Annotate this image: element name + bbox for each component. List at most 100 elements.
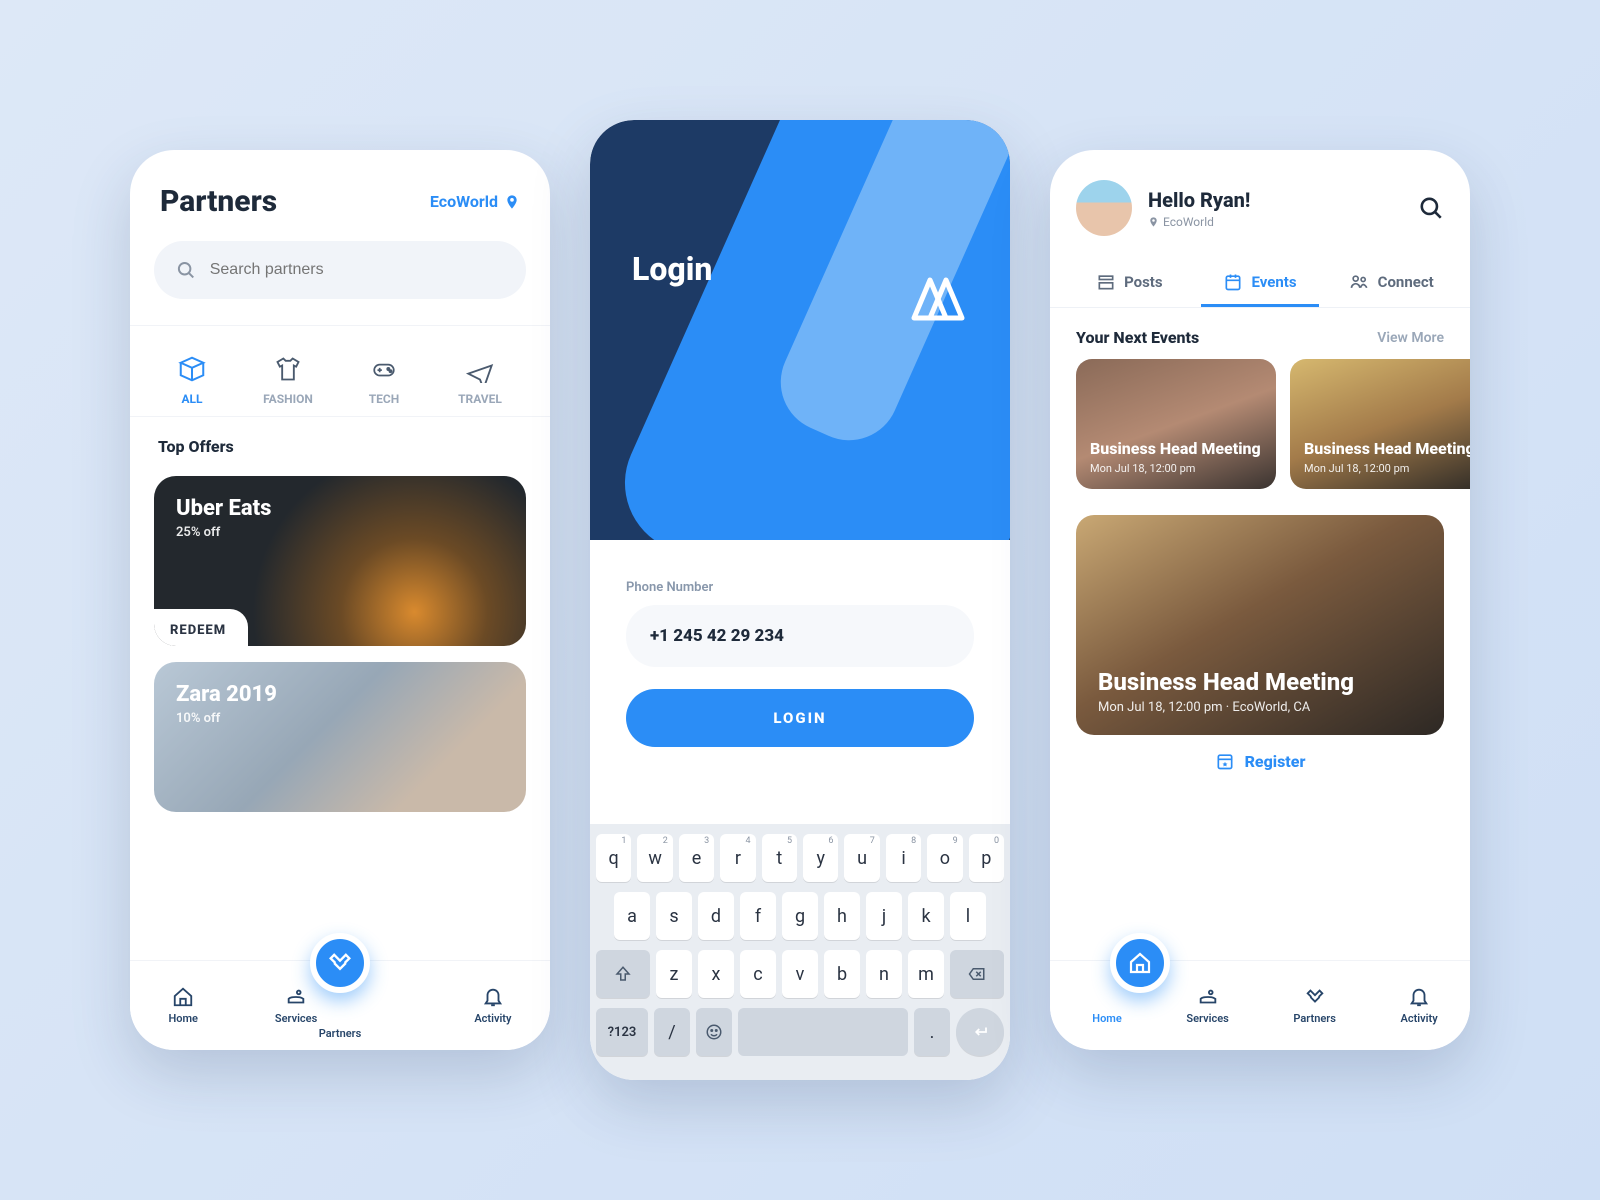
segment-posts[interactable]: Posts <box>1070 260 1189 307</box>
login-screen: Login Phone Number +1 245 42 29 234 LOGI… <box>590 120 1010 1080</box>
gamepad-icon <box>366 354 402 384</box>
phone-label: Phone Number <box>626 580 713 595</box>
tab-home[interactable]: Home <box>1092 986 1122 1025</box>
key-j[interactable]: j <box>866 892 902 940</box>
greeting-title: Hello Ryan! <box>1148 188 1250 212</box>
offer-title: Zara 2019 <box>176 682 504 707</box>
login-form: Phone Number +1 245 42 29 234 LOGIN <box>590 540 1010 824</box>
key-z[interactable]: z <box>656 950 692 998</box>
key-e[interactable]: e3 <box>679 834 714 882</box>
key-b[interactable]: b <box>824 950 860 998</box>
app-logo-icon <box>908 270 968 324</box>
tab-label: Partners <box>1293 1012 1336 1025</box>
key-t[interactable]: t5 <box>762 834 797 882</box>
avatar[interactable] <box>1076 180 1132 236</box>
search-input-wrap[interactable] <box>154 241 526 299</box>
phone-value: +1 245 42 29 234 <box>650 626 784 646</box>
event-title: Business Head Meeting <box>1304 439 1470 458</box>
tab-label: Activity <box>474 1012 511 1025</box>
key-r[interactable]: r4 <box>720 834 755 882</box>
tab-home[interactable]: Home <box>168 986 198 1025</box>
slash-key[interactable]: / <box>654 1008 690 1056</box>
key-n[interactable]: n <box>866 950 902 998</box>
partners-header: Partners EcoWorld <box>130 150 550 237</box>
offer-card-zara[interactable]: Zara 2019 10% off <box>154 662 526 812</box>
tab-partners-label[interactable]: Partners <box>319 1001 362 1040</box>
hand-icon <box>1197 986 1219 1008</box>
posts-icon <box>1096 272 1116 292</box>
key-a[interactable]: a <box>614 892 650 940</box>
category-tech[interactable]: TECH <box>348 354 420 406</box>
spacebar-key[interactable] <box>738 1008 908 1056</box>
search-input[interactable] <box>210 261 504 279</box>
segment-events[interactable]: Events <box>1201 260 1320 307</box>
view-more-link[interactable]: View More <box>1377 330 1444 346</box>
key-d[interactable]: d <box>698 892 734 940</box>
backspace-key[interactable] <box>950 950 1004 998</box>
bottom-tabbar: Home Services Partners Activity <box>1050 960 1470 1050</box>
shift-icon <box>614 965 632 983</box>
phone-input[interactable]: +1 245 42 29 234 <box>626 605 974 667</box>
next-events-title: Your Next Events <box>1076 328 1199 347</box>
login-button[interactable]: LOGIN <box>626 689 974 747</box>
plane-icon <box>462 354 498 384</box>
event-card[interactable]: Business Head Meeting Mon Jul 18, 12:00 … <box>1290 359 1470 489</box>
register-button[interactable]: Register <box>1050 735 1470 775</box>
category-travel[interactable]: TRAVEL <box>444 354 516 406</box>
shift-key[interactable] <box>596 950 650 998</box>
featured-event-card[interactable]: Business Head Meeting Mon Jul 18, 12:00 … <box>1076 515 1444 735</box>
user-location: EcoWorld <box>1148 215 1250 229</box>
search-icon <box>176 259 196 281</box>
login-hero: Login <box>590 120 1010 540</box>
pin-icon <box>504 193 520 211</box>
tab-activity[interactable]: Activity <box>474 986 511 1025</box>
tab-activity[interactable]: Activity <box>1401 986 1438 1025</box>
tab-label: Activity <box>1401 1012 1438 1025</box>
key-m[interactable]: m <box>908 950 944 998</box>
segment-connect[interactable]: Connect <box>1331 260 1450 307</box>
category-all[interactable]: ALL <box>156 354 228 406</box>
home-header: Hello Ryan! EcoWorld <box>1050 150 1470 254</box>
event-subtitle: Mon Jul 18, 12:00 pm <box>1090 462 1262 475</box>
key-g[interactable]: g <box>782 892 818 940</box>
tab-partners[interactable]: Partners <box>1293 986 1336 1025</box>
event-title: Business Head Meeting <box>1090 439 1262 458</box>
period-key[interactable]: . <box>914 1008 950 1056</box>
tab-services[interactable]: Services <box>275 986 317 1025</box>
event-card[interactable]: Business Head Meeting Mon Jul 18, 12:00 … <box>1076 359 1276 489</box>
enter-icon <box>971 1023 989 1041</box>
key-x[interactable]: x <box>698 950 734 998</box>
key-s[interactable]: s <box>656 892 692 940</box>
key-c[interactable]: c <box>740 950 776 998</box>
enter-key[interactable] <box>956 1008 1004 1056</box>
event-card-row[interactable]: Business Head Meeting Mon Jul 18, 12:00 … <box>1050 359 1470 489</box>
key-q[interactable]: q1 <box>596 834 631 882</box>
partners-fab[interactable] <box>310 933 370 993</box>
key-h[interactable]: h <box>824 892 860 940</box>
category-fashion[interactable]: FASHION <box>252 354 324 406</box>
key-w[interactable]: w2 <box>637 834 672 882</box>
category-label: ALL <box>181 392 202 406</box>
home-fab[interactable] <box>1110 933 1170 993</box>
key-y[interactable]: y6 <box>803 834 838 882</box>
redeem-button[interactable]: REDEEM <box>154 609 248 646</box>
category-label: TRAVEL <box>458 392 502 406</box>
category-movies[interactable]: MOV <box>540 354 550 406</box>
symbols-key[interactable]: ?123 <box>596 1008 648 1056</box>
key-v[interactable]: v <box>782 950 818 998</box>
handshake-icon <box>1303 986 1327 1008</box>
emoji-key[interactable] <box>696 1008 732 1056</box>
key-u[interactable]: u7 <box>844 834 879 882</box>
key-k[interactable]: k <box>908 892 944 940</box>
key-p[interactable]: p0 <box>969 834 1004 882</box>
tab-services[interactable]: Services <box>1186 986 1228 1025</box>
key-f[interactable]: f <box>740 892 776 940</box>
key-i[interactable]: i8 <box>886 834 921 882</box>
offer-card-ubereats[interactable]: Uber Eats 25% off REDEEM <box>154 476 526 646</box>
key-o[interactable]: o9 <box>927 834 962 882</box>
search-button[interactable] <box>1418 195 1444 221</box>
location-chip[interactable]: EcoWorld <box>430 192 520 211</box>
people-icon <box>1348 272 1370 292</box>
key-l[interactable]: l <box>950 892 986 940</box>
tab-label: Services <box>1186 1012 1228 1025</box>
